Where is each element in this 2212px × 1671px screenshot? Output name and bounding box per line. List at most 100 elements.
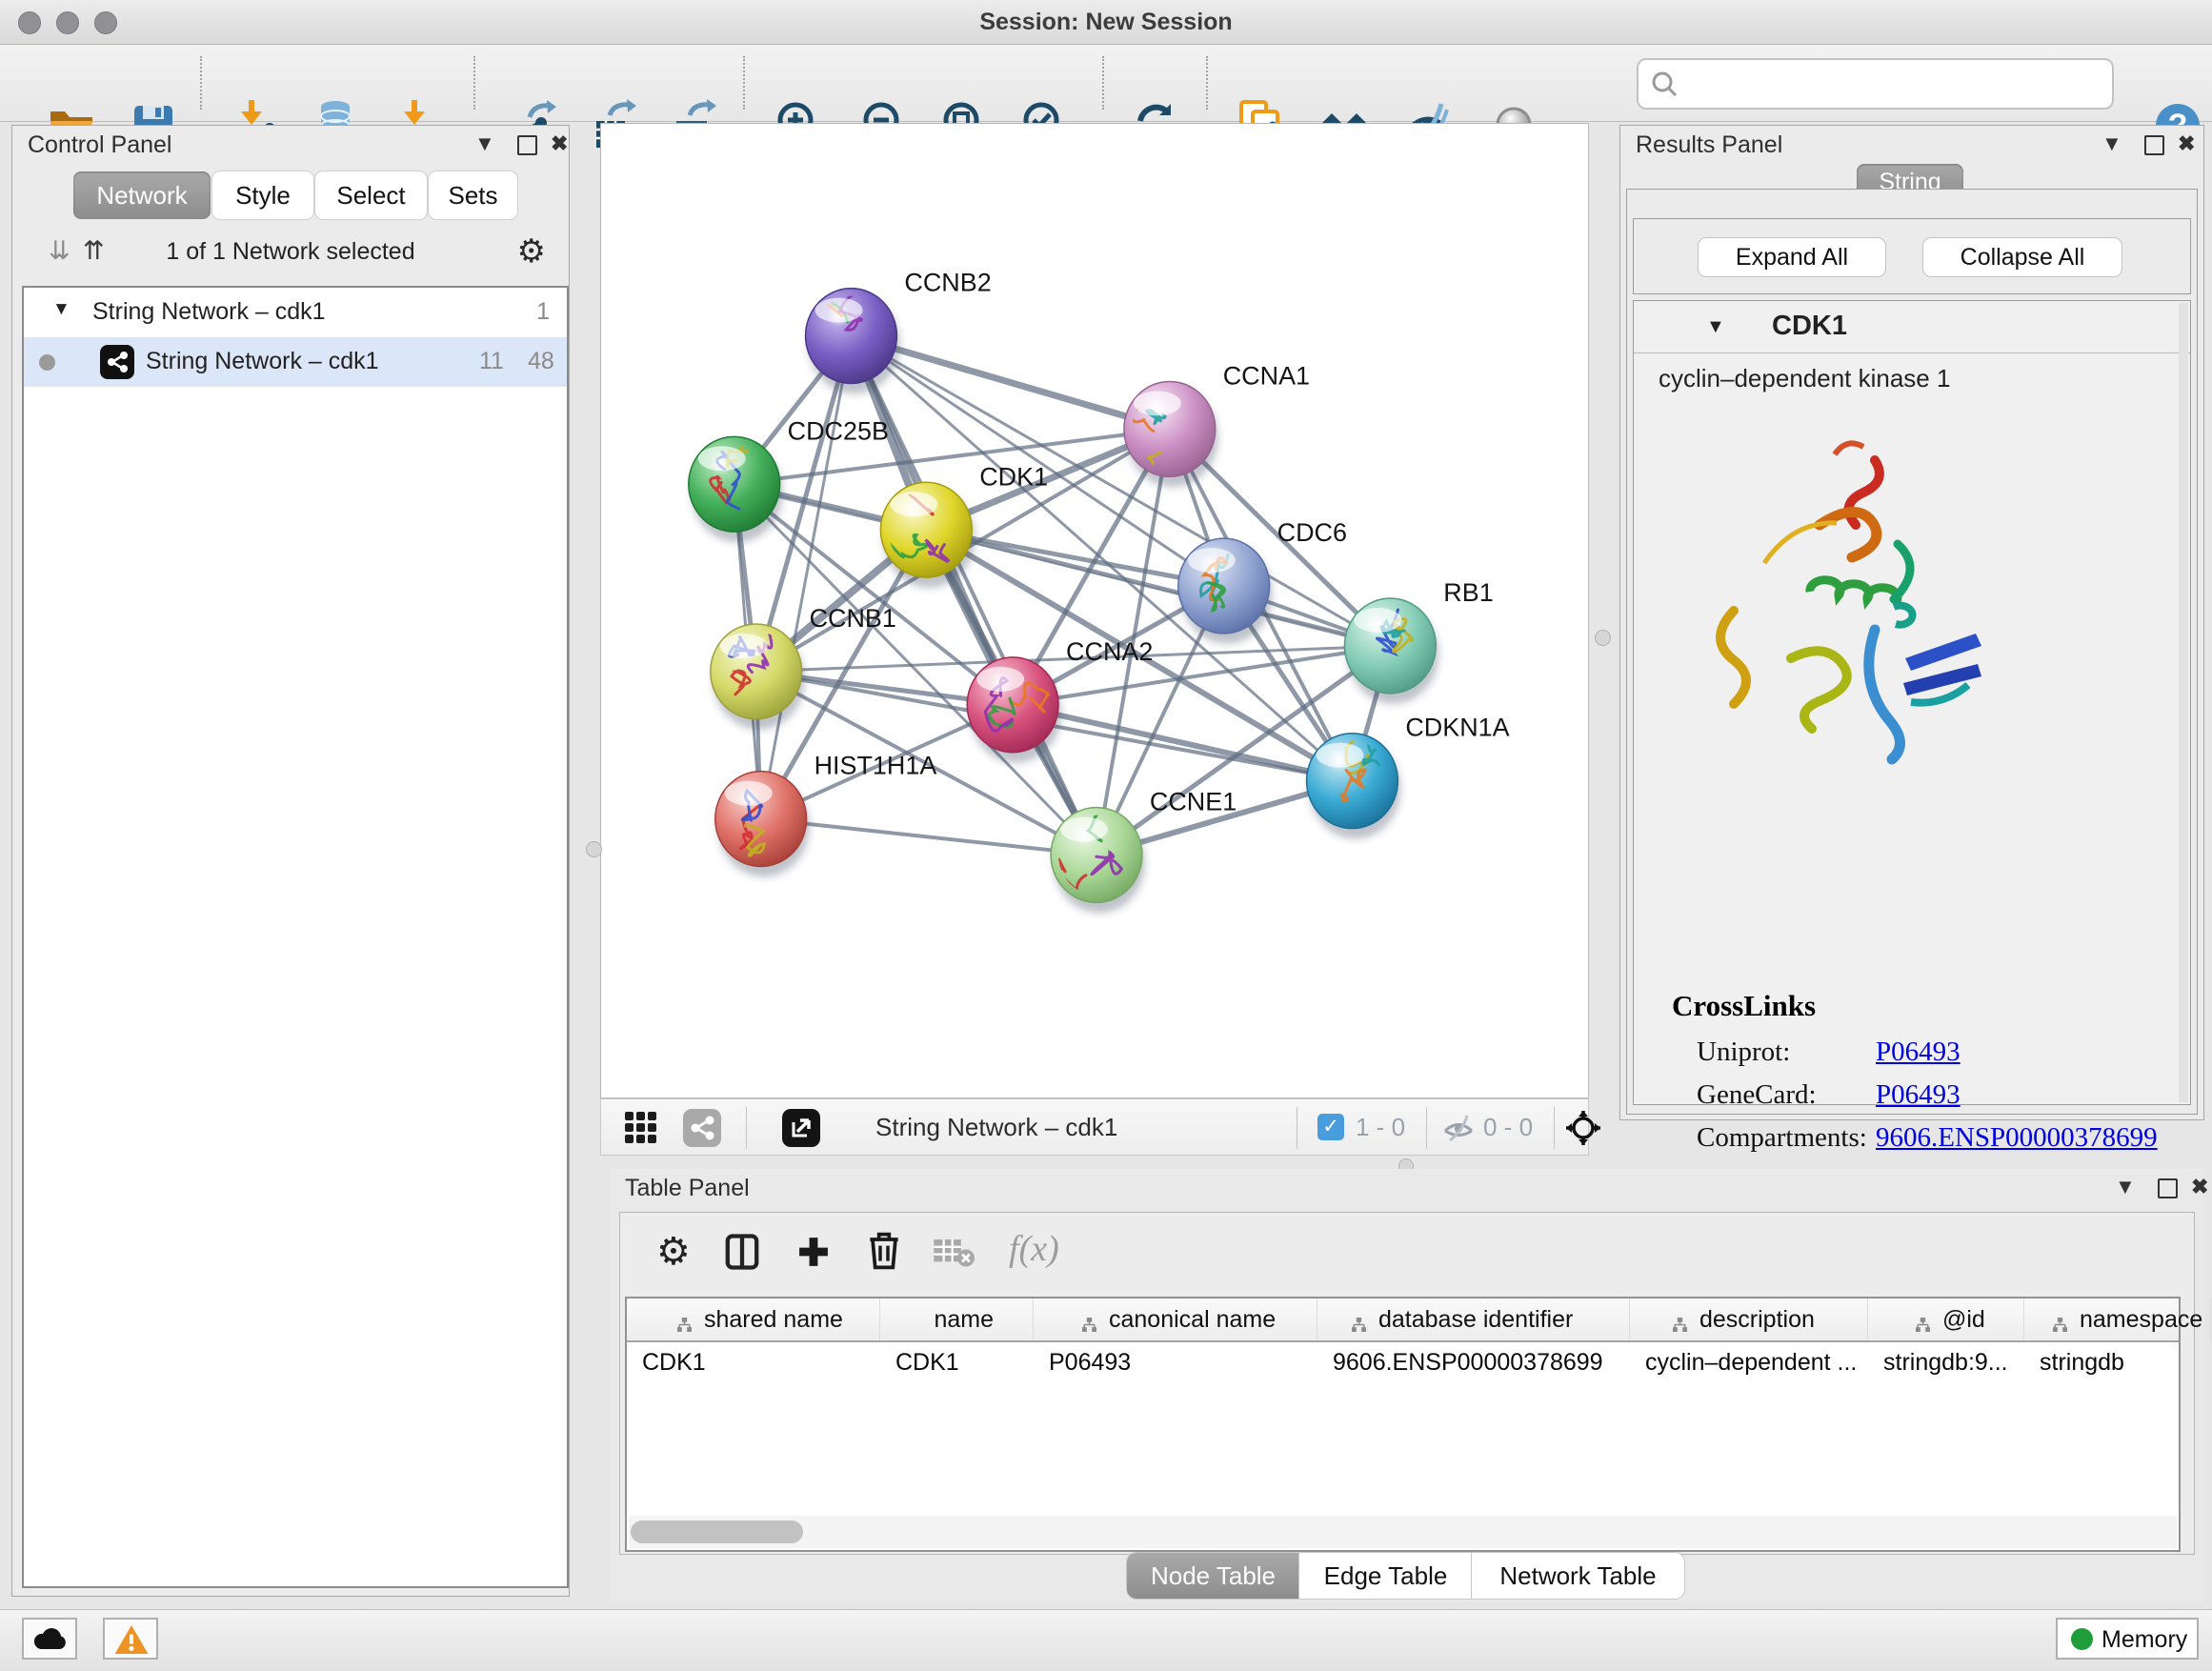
warning-icon	[113, 1623, 150, 1656]
node-label-CCNA1: CCNA1	[1223, 361, 1310, 390]
tab-network-table[interactable]: Network Table	[1472, 1553, 1684, 1599]
column-header--id[interactable]: @id	[1868, 1299, 2024, 1340]
detach-view-icon[interactable]	[782, 1109, 820, 1152]
edge-CDK1-RB1[interactable]	[926, 530, 1390, 646]
column-header-namespace[interactable]: namespace	[2024, 1299, 2211, 1340]
node-count: 11	[479, 348, 504, 375]
protein-description: cyclin–dependent kinase 1	[1659, 364, 1950, 393]
table-cell[interactable]: CDK1	[895, 1349, 1026, 1377]
collapse-all-button[interactable]: Collapse All	[1923, 238, 2122, 276]
network-view-share-icon[interactable]	[683, 1109, 721, 1152]
node-RB1[interactable]: RB1	[1344, 578, 1493, 704]
panel-menu-icon[interactable]: ▼	[2115, 1175, 2136, 1199]
delete-table-icon-disabled	[933, 1236, 975, 1273]
edge-CCNB2-HIST1H1A[interactable]	[761, 336, 852, 819]
close-panel-icon[interactable]: ✖	[2191, 1175, 2208, 1199]
cloud-button[interactable]	[22, 1618, 77, 1660]
main-toolbar: ?	[0, 45, 2212, 122]
network-collection-row[interactable]: ▼ String Network – cdk1 1	[24, 288, 567, 337]
network-row-selected[interactable]: String Network – cdk1 11 48	[24, 337, 567, 387]
node-CDC25B[interactable]: CDC25B	[689, 416, 889, 542]
memory-status-dot	[2071, 1628, 2093, 1650]
create-column-icon[interactable]	[795, 1234, 832, 1275]
toolbar-separator	[473, 56, 475, 110]
crosslink-value[interactable]: 9606.ENSP00000378699	[1876, 1122, 2158, 1154]
tab-select[interactable]: Select	[315, 171, 427, 219]
network-options-gear-icon[interactable]: ⚙	[517, 232, 546, 271]
table-cell[interactable]: CDK1	[642, 1349, 873, 1377]
crosslink-label: Compartments:	[1697, 1122, 1867, 1154]
left-splitter-handle[interactable]	[586, 841, 602, 857]
scrollbar-thumb[interactable]	[631, 1520, 803, 1543]
node-label-CCNB2: CCNB2	[904, 269, 991, 297]
network-canvas[interactable]: CCNB2CCNA1CDC25BCDK1CDC6RB1CCNB1CCNA2CDK…	[600, 123, 1589, 1098]
node-label-CCNA2: CCNA2	[1066, 637, 1153, 666]
node-CDKN1A[interactable]: CDKN1A	[1307, 714, 1510, 839]
tab-style[interactable]: Style	[212, 171, 313, 219]
control-panel: Control Panel ▼ ✖ NetworkStyleSelectSets…	[11, 125, 570, 1597]
table-options-gear-icon[interactable]: ⚙	[656, 1230, 691, 1274]
crosslink-value[interactable]: P06493	[1876, 1037, 1961, 1068]
window-title: Session: New Session	[0, 0, 2212, 44]
node-HIST1H1A[interactable]: HIST1H1A	[715, 752, 937, 877]
column-header-database-identifier[interactable]: database identifier	[1317, 1299, 1630, 1340]
tab-network[interactable]: Network	[73, 171, 211, 219]
column-header-description[interactable]: description	[1630, 1299, 1868, 1340]
warning-button[interactable]	[103, 1618, 158, 1660]
right-splitter-handle[interactable]	[1595, 630, 1611, 646]
network-label: String Network – cdk1	[146, 348, 379, 375]
selected-checkbox-icon[interactable]: ✓	[1317, 1114, 1344, 1140]
node-label-RB1: RB1	[1443, 578, 1493, 607]
table-row[interactable]: CDK1 CDK1 P06493 9606.ENSP00000378699 cyclin…	[627, 1342, 2179, 1384]
title-bar: Session: New Session	[0, 0, 2212, 45]
tab-sets[interactable]: Sets	[429, 171, 517, 219]
section-caret-icon[interactable]: ▼	[1706, 316, 1725, 338]
results-scrollbar[interactable]	[2179, 303, 2188, 1102]
grid-view-icon[interactable]	[623, 1110, 659, 1151]
node-CCNB2[interactable]: CCNB2	[806, 269, 992, 394]
float-panel-icon[interactable]	[517, 135, 537, 155]
column-header-shared-name[interactable]: shared name	[627, 1299, 880, 1340]
close-panel-icon[interactable]: ✖	[551, 131, 568, 156]
table-cell[interactable]: P06493	[1049, 1349, 1310, 1377]
close-panel-icon[interactable]: ✖	[2178, 131, 2195, 156]
edge-HIST1H1A-CCNE1[interactable]	[761, 819, 1096, 856]
protein-structure-image	[1677, 420, 2001, 773]
float-panel-icon[interactable]	[2158, 1178, 2178, 1198]
table-panel-title: Table Panel	[625, 1175, 750, 1202]
table-cell[interactable]: 9606.ENSP00000378699	[1333, 1349, 1622, 1377]
delete-column-icon[interactable]	[866, 1232, 902, 1275]
panel-menu-icon[interactable]: ▼	[2101, 131, 2122, 156]
table-cell[interactable]: stringdb	[2040, 1349, 2203, 1377]
panel-menu-icon[interactable]: ▼	[474, 131, 495, 156]
column-header-name[interactable]: name	[880, 1299, 1034, 1340]
table-container: ⚙ f(x) shared namenamecanonical namedata…	[619, 1212, 2195, 1555]
column-type-icon	[677, 1318, 692, 1332]
birdseye-crosshair-icon[interactable]	[1565, 1110, 1601, 1151]
crosslinks-title: CrossLinks	[1672, 989, 1816, 1023]
tab-edge-table[interactable]: Edge Table	[1299, 1553, 1472, 1599]
expand-all-button[interactable]: Expand All	[1699, 238, 1885, 276]
toolbar-separator	[746, 1107, 747, 1149]
search-input[interactable]	[1688, 64, 2101, 102]
column-type-icon	[1352, 1318, 1366, 1332]
tab-node-table[interactable]: Node Table	[1127, 1553, 1299, 1599]
toolbar-separator	[1426, 1107, 1427, 1149]
network-list: ▼ String Network – cdk1 1 String Network…	[22, 286, 569, 1588]
show-columns-icon[interactable]	[723, 1234, 761, 1275]
node-label-CDC25B: CDC25B	[788, 416, 889, 445]
table-cell[interactable]: stringdb:9...	[1883, 1349, 2017, 1377]
float-panel-icon[interactable]	[2144, 135, 2164, 155]
table-panel: Table Panel ▼ ✖ ⚙ f(x) shared namenameca…	[610, 1169, 2204, 1602]
memory-button[interactable]: Memory	[2056, 1618, 2199, 1660]
collection-caret-icon[interactable]: ▼	[52, 299, 70, 320]
column-type-icon	[1673, 1318, 1687, 1332]
table-cell[interactable]: cyclin–dependent ...	[1645, 1349, 1860, 1377]
edge-CCNA2-CDKN1A[interactable]	[1013, 705, 1352, 781]
node-table: shared namenamecanonical namedatabase id…	[625, 1297, 2181, 1552]
crosslink-row: Uniprot: P06493	[1634, 1033, 2190, 1076]
crosslink-value[interactable]: P06493	[1876, 1079, 1961, 1111]
column-header-canonical-name[interactable]: canonical name	[1034, 1299, 1317, 1340]
node-CCNA1[interactable]: CCNA1	[1121, 361, 1311, 487]
table-header-row: shared namenamecanonical namedatabase id…	[627, 1299, 2179, 1342]
